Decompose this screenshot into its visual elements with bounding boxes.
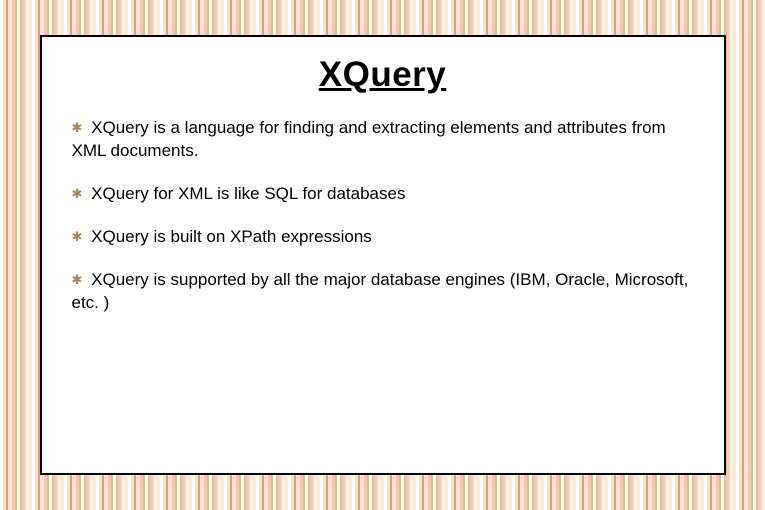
bullet-item: ✱ XQuery is a language for finding and e… [72,117,694,163]
bullet-text: XQuery is a language for finding and ext… [72,118,666,160]
bullet-text: XQuery for XML is like SQL for databases [91,184,405,203]
slide-background: XQuery ✱ XQuery is a language for findin… [0,0,765,510]
slide-title: XQuery [72,55,694,95]
bullet-text: XQuery is built on XPath expressions [91,227,372,246]
bullet-item: ✱ XQuery for XML is like SQL for databas… [72,183,694,206]
bullet-icon: ✱ [72,228,83,246]
bullet-icon: ✱ [72,185,83,203]
bullet-text: XQuery is supported by all the major dat… [72,270,689,312]
bullet-icon: ✱ [72,271,83,289]
slide-card: XQuery ✱ XQuery is a language for findin… [40,35,726,475]
bullet-icon: ✱ [72,119,83,137]
bullet-item: ✱ XQuery is built on XPath expressions [72,226,694,249]
bullet-item: ✱ XQuery is supported by all the major d… [72,269,694,315]
